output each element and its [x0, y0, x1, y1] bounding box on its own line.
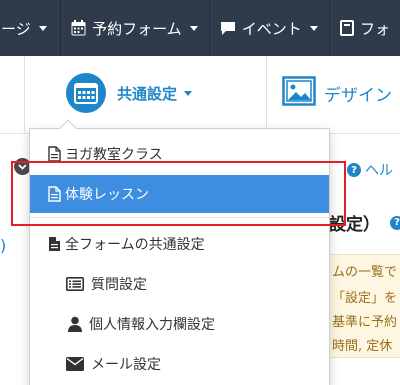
dropdown-item-label: ヨガ教室クラス — [65, 147, 163, 163]
dropdown-item-mail-settings[interactable]: メール設定 — [30, 345, 329, 383]
list-icon — [66, 277, 84, 291]
common-settings-label: 共通設定 — [117, 84, 178, 103]
nav-tab-reservation-form[interactable]: 予約フォーム — [61, 0, 210, 56]
notice-line: ムの一覧で — [332, 265, 398, 280]
notice-line: 「設定」を — [332, 291, 398, 306]
dropdown-item-label: 全フォームの共通設定 — [65, 237, 205, 253]
nav-tab-page-label: ページ — [0, 19, 31, 38]
common-settings-menu[interactable]: 共通設定 — [66, 73, 193, 113]
nav-tab-event[interactable]: イベント — [210, 0, 330, 56]
dropdown-item-label: 質問設定 — [91, 277, 147, 293]
divider — [266, 56, 267, 134]
dropdown-item-label: 個人情報入力欄設定 — [89, 317, 215, 333]
top-navbar: ページ 予約フォーム イベント フォ — [0, 0, 400, 56]
design-label: デザイン — [324, 86, 392, 106]
nav-tab-event-label: イベント — [241, 19, 302, 38]
notice-line: 基準に予約 — [332, 315, 398, 330]
notice-box: ムの一覧で 「設定」を 基準に予約 時間, 定休 — [327, 254, 400, 358]
help-label: ヘル — [365, 163, 393, 179]
nav-tab-form[interactable]: フォ — [330, 0, 400, 56]
dropdown-divider — [30, 217, 329, 218]
nav-tab-reservation-form-label: 予約フォーム — [92, 19, 182, 38]
dropdown-item-label: メール設定 — [91, 357, 161, 373]
common-settings-dropdown: ヨガ教室クラス 体験レッスン 全フォームの共通設定 質問設定 個人情報入力欄設定… — [29, 119, 330, 385]
dropdown-item-personal-info-fields[interactable]: 個人情報入力欄設定 — [30, 305, 329, 343]
chevron-down-icon — [189, 25, 198, 31]
notice-line: 時間, 定休 — [332, 339, 393, 354]
document-icon — [48, 186, 61, 202]
help-link[interactable]: ? ヘル — [347, 160, 393, 180]
divider — [24, 56, 25, 134]
section-title: 設定） ? — [329, 210, 400, 235]
section-title-text: 設定） — [329, 215, 380, 235]
calendar-grid-icon — [66, 73, 106, 113]
dropdown-item-question-settings[interactable]: 質問設定 — [30, 265, 329, 303]
nav-tab-form-label: フォ — [360, 19, 391, 38]
question-icon[interactable]: ? — [390, 215, 400, 230]
dropdown-item-trial-lesson[interactable]: 体験レッスン — [30, 175, 329, 213]
comment-icon — [220, 21, 236, 36]
document-icon — [48, 146, 61, 162]
user-icon — [68, 316, 82, 332]
chevron-down-icon — [184, 90, 193, 96]
nav-tab-page[interactable]: ページ — [0, 0, 62, 56]
chevron-down-icon — [309, 25, 318, 31]
book-icon — [340, 20, 354, 36]
dropdown-item-yoga-class[interactable]: ヨガ教室クラス — [30, 135, 329, 173]
dropdown-item-label: 体験レッスン — [65, 187, 149, 203]
link-fragment[interactable]: ) — [0, 236, 6, 255]
document-filled-icon — [48, 236, 61, 252]
envelope-icon — [66, 357, 84, 371]
chevron-down-icon — [38, 25, 47, 31]
picture-icon — [282, 76, 316, 111]
dropdown-item-all-forms-common[interactable]: 全フォームの共通設定 — [30, 225, 329, 263]
question-icon: ? — [347, 163, 361, 177]
settings-subnav: 共通設定 デザイン — [0, 56, 400, 134]
design-menu[interactable]: デザイン — [282, 76, 392, 111]
calendar-icon — [71, 20, 86, 36]
